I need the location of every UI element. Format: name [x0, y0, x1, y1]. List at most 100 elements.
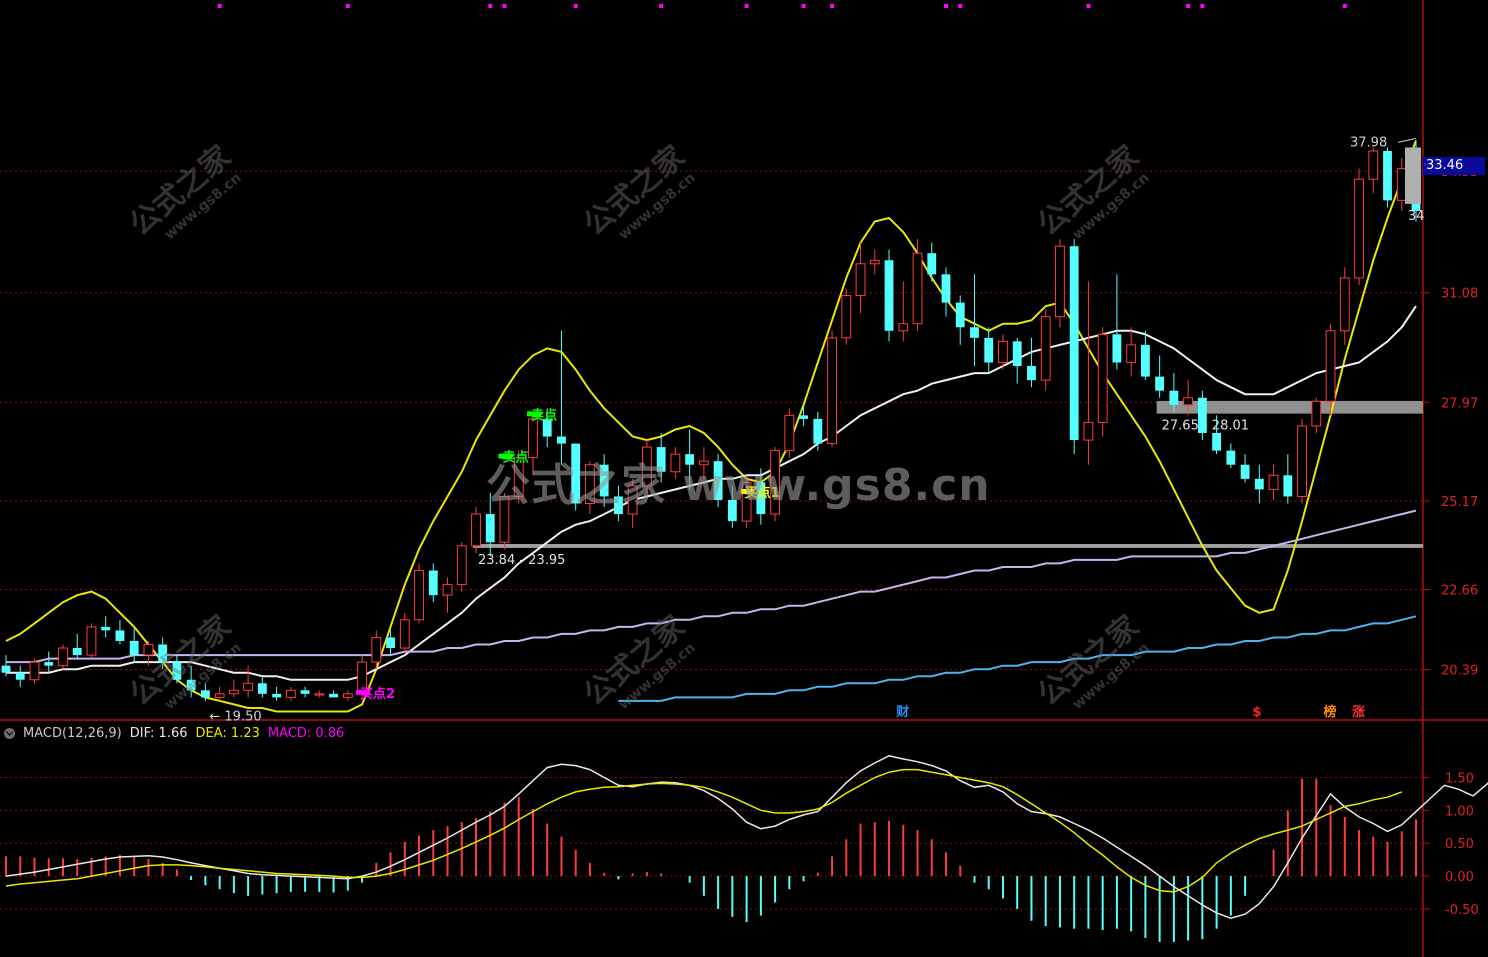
top-marker [801, 4, 806, 8]
price-tick-label: 27.97 [1441, 396, 1478, 411]
candle-body [1097, 333, 1108, 423]
top-marker [1086, 4, 1091, 8]
support-zone [1156, 400, 1423, 414]
candle-body [115, 630, 125, 641]
price-axis: 34.5331.0827.9725.1722.6620.39 [1423, 165, 1478, 679]
price-tick-label: 22.66 [1441, 584, 1478, 599]
candle-body [1169, 390, 1179, 405]
candle-body [1126, 344, 1137, 363]
macd-legend-name: MACD(12,26,9) [23, 725, 122, 741]
candle-body [86, 626, 97, 656]
top-marker [573, 4, 578, 8]
top-marker [488, 4, 493, 8]
right-edge-box [1405, 147, 1421, 204]
candle-body [29, 661, 40, 681]
candle-body [1140, 344, 1150, 377]
top-marker [958, 4, 963, 8]
price-tick-label: 20.39 [1441, 664, 1478, 679]
candle-body [1368, 150, 1379, 180]
candle-body [285, 689, 296, 698]
price-tick-label: 25.17 [1441, 495, 1478, 510]
top-marker [217, 4, 222, 8]
macd-tick-label: 0.50 [1445, 837, 1474, 852]
candle-body [1240, 464, 1250, 479]
candle-body [314, 693, 325, 696]
candle-body [1069, 246, 1079, 441]
macd-tick-label: 0.00 [1445, 870, 1474, 885]
candle-body [1383, 151, 1392, 201]
high-pointer [1397, 137, 1417, 143]
top-marker [345, 4, 350, 8]
candle-body [1155, 376, 1165, 391]
top-marker [944, 4, 948, 8]
badge-label: 涨 [1351, 705, 1365, 720]
candle-body [1027, 366, 1036, 381]
signal-label: 卖点 [531, 407, 557, 423]
macd-axis: 1.50 1.00 0.50 0.00 -0.50 [1423, 771, 1479, 918]
candle-body [855, 263, 866, 297]
macd-tick-label: -0.50 [1445, 903, 1479, 918]
candle-body [101, 626, 111, 631]
candle-body [342, 693, 353, 698]
candle-body [399, 619, 410, 649]
ma-line [618, 615, 1417, 702]
candle-body [898, 323, 909, 332]
right-edge-label: 34 [1408, 209, 1425, 224]
candle-body [557, 436, 566, 444]
candle-body [243, 682, 254, 691]
top-marker [1342, 4, 1347, 8]
macd-tick-label: 1.50 [1445, 771, 1474, 786]
candle-body [912, 252, 923, 325]
candle-body [884, 260, 894, 331]
candle-body [1, 665, 11, 673]
top-marker [1186, 4, 1191, 8]
candle-body [1212, 433, 1222, 451]
price-tick-label: 31.08 [1441, 287, 1478, 302]
candle-body [442, 584, 453, 596]
candle-body [998, 340, 1008, 364]
candle-body [869, 259, 880, 265]
candle-body [1297, 425, 1307, 497]
candle-body [272, 693, 282, 698]
candle-body [1254, 478, 1264, 490]
macd-legend-macd: MACD: 0.86 [267, 725, 345, 741]
top-marker [502, 4, 507, 8]
candle-body [827, 337, 837, 445]
candle-body [1055, 245, 1065, 318]
candle-body [1268, 474, 1279, 490]
candle-body [44, 662, 54, 666]
top-marker [659, 4, 664, 8]
top-marker [830, 4, 835, 8]
candle-body [200, 690, 210, 698]
candle-body [1354, 178, 1364, 279]
macd-panel [5, 755, 1488, 942]
candle-body [300, 690, 310, 694]
candle-body [15, 672, 25, 680]
candle-body [1083, 421, 1094, 441]
candle-body [371, 636, 382, 663]
candle-body [927, 253, 937, 275]
top-marker [744, 4, 749, 8]
low-label: ← 19.50 [209, 710, 261, 725]
macd-legend-dif: DIF: 1.66 [129, 725, 188, 741]
candle-body [386, 637, 395, 649]
candle-body [58, 647, 68, 667]
candle-body [428, 570, 438, 596]
candle-body [841, 295, 852, 339]
macd-legend[interactable]: MACD(12,26,9) DIF: 1.66 DEA: 1.23 MACD: … [4, 724, 344, 742]
badge-label: $ [1252, 705, 1261, 720]
dea-line [5, 768, 1403, 893]
candle-body [984, 337, 994, 363]
candle-body [456, 545, 467, 586]
current-price-tag: 33.46 [1423, 157, 1485, 175]
candle-body [1283, 475, 1293, 497]
top-marker [1200, 4, 1205, 8]
candle-body [1040, 316, 1051, 381]
candle-body [1311, 400, 1322, 427]
candle-body [228, 689, 239, 695]
watermark-main: 公式之家 www.gs8.cn [486, 460, 991, 511]
macd-tick-label: 1.00 [1445, 804, 1474, 819]
candle-body [1112, 334, 1122, 363]
collapse-icon[interactable] [4, 727, 15, 739]
candle-body [1396, 168, 1407, 201]
